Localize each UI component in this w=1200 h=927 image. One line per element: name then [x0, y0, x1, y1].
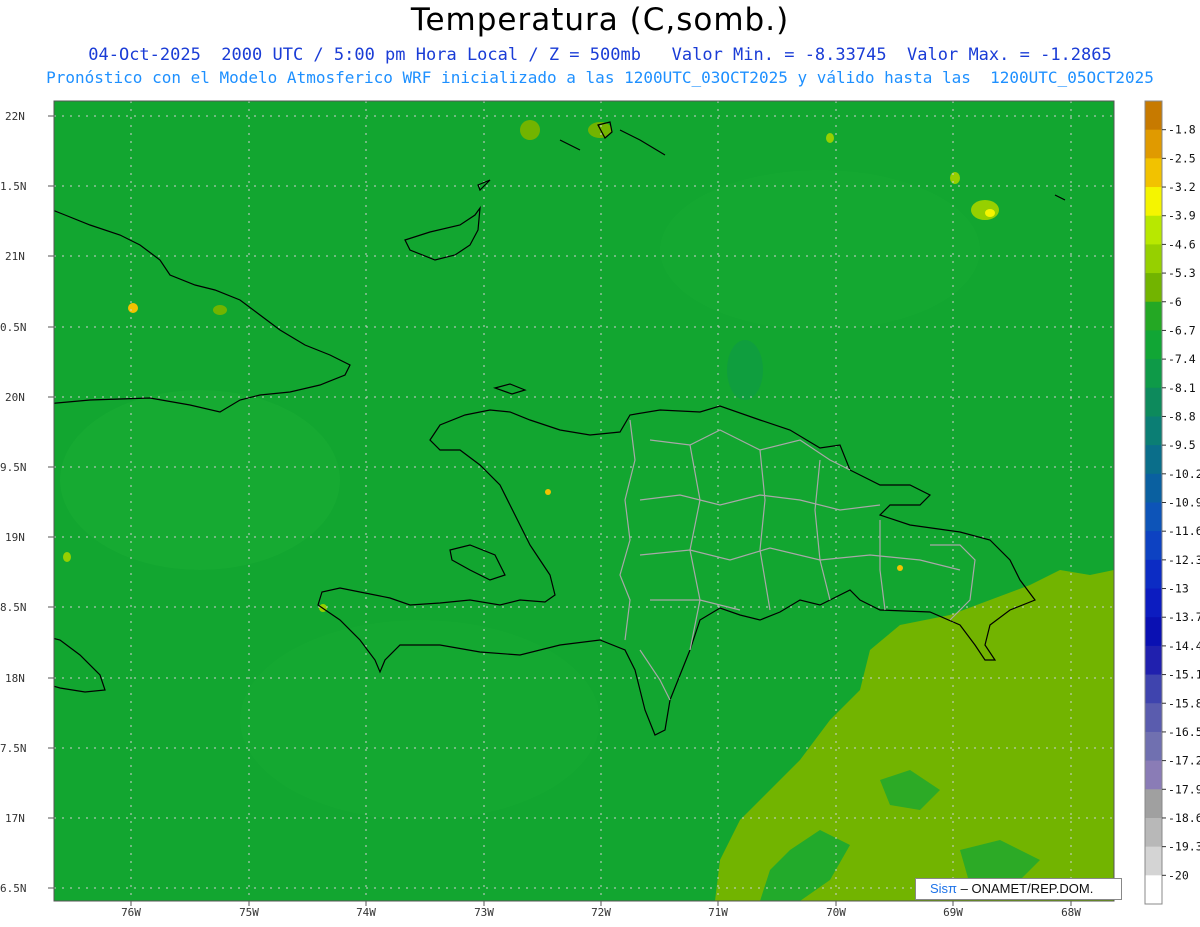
colorbar-swatch [1145, 760, 1162, 790]
colorbar-label: -1.8 [1168, 123, 1196, 137]
temperature-field [54, 101, 1114, 901]
colorbar-swatch [1145, 101, 1162, 131]
lon-label: 75W [239, 906, 259, 919]
colorbar-label: -4.6 [1168, 237, 1196, 251]
colorbar-swatch [1145, 387, 1162, 417]
colorbar-swatch [1145, 875, 1162, 905]
colorbar-label: -10.2 [1168, 467, 1200, 481]
colorbar-label: -11.6 [1168, 524, 1200, 538]
lon-label: 74W [356, 906, 376, 919]
colorbar-swatch [1145, 215, 1162, 245]
lon-label: 71W [708, 906, 728, 919]
credit-box: Sisπ – ONAMET/REP.DOM. [915, 878, 1122, 900]
colorbar: -1.8 -2.5 -3.2 -3.9 -4.6 -5.3 -6 -6.7 -7.4 -8.1 -8… [1144, 100, 1200, 905]
colorbar-label: -8.1 [1168, 381, 1196, 395]
colorbar-swatch [1145, 531, 1162, 561]
colorbar-swatch [1145, 617, 1162, 647]
longitude-labels: 76W 75W 74W 73W 72W 71W 70W 69W 68W [121, 906, 1081, 919]
colorbar-label: -17.2 [1168, 754, 1200, 768]
colorbar-swatch [1145, 817, 1162, 848]
lat-label: 1.5N [0, 180, 27, 193]
colorbar-swatch [1145, 301, 1162, 331]
colorbar-label: -15.8 [1168, 696, 1200, 710]
colorbar-swatch [1145, 502, 1162, 532]
colorbar-label: -15.1 [1168, 668, 1200, 682]
lat-label: 8.5N [0, 601, 27, 614]
colorbar-label: -14.4 [1168, 639, 1200, 653]
colorbar-label: -20 [1168, 868, 1189, 882]
colorbar-swatch [1145, 674, 1162, 704]
colorbar-label: -5.3 [1168, 266, 1196, 280]
longitude-ticks [130, 901, 1072, 906]
colorbar-label: -2.5 [1168, 151, 1196, 165]
lat-label: 17N [5, 812, 25, 825]
lat-label: 9.5N [0, 461, 27, 474]
colorbar-swatch [1145, 445, 1162, 475]
credit-text: – ONAMET/REP.DOM. [957, 881, 1094, 896]
lon-label: 72W [591, 906, 611, 919]
latitude-labels: 22N 1.5N 21N 0.5N 20N 9.5N 19N 8.5N 18N … [0, 110, 27, 895]
lat-label: 19N [5, 531, 25, 544]
colorbar-label: -9.5 [1168, 438, 1196, 452]
colorbar-swatch [1145, 273, 1162, 303]
colorbar-swatch [1145, 559, 1162, 590]
lat-label: 20N [5, 391, 25, 404]
colorbar-swatch [1145, 789, 1162, 819]
colorbar-swatch [1145, 645, 1162, 676]
colorbar-label: -7.4 [1168, 352, 1196, 366]
sispi-logo-text: Sisπ [930, 881, 958, 896]
colorbar-swatch [1145, 359, 1162, 389]
forecast-map: 22N 1.5N 21N 0.5N 20N 9.5N 19N 8.5N 18N … [0, 100, 1200, 919]
lat-label: 6.5N [0, 882, 27, 895]
colorbar-label: -16.5 [1168, 725, 1200, 739]
lat-label: 21N [5, 250, 25, 263]
colorbar-swatch [1145, 330, 1162, 360]
colorbar-swatch [1145, 129, 1162, 159]
lat-label: 22N [5, 110, 25, 123]
colorbar-label: -19.3 [1168, 840, 1200, 854]
colorbar-label: -10.9 [1168, 496, 1200, 510]
colorbar-label: -8.8 [1168, 409, 1196, 423]
colorbar-swatch [1145, 703, 1162, 733]
lon-label: 68W [1061, 906, 1081, 919]
colorbar-label: -13 [1168, 582, 1189, 596]
lon-label: 69W [943, 906, 963, 919]
lon-label: 73W [474, 906, 494, 919]
colorbar-label: -3.2 [1168, 180, 1196, 194]
lon-label: 76W [121, 906, 141, 919]
lon-label: 70W [826, 906, 846, 919]
colorbar-swatch [1145, 158, 1162, 188]
colorbar-swatch [1145, 473, 1162, 503]
colorbar-label: -6.7 [1168, 323, 1196, 337]
lat-label: 0.5N [0, 321, 27, 334]
colorbar-label: -12.3 [1168, 553, 1200, 567]
colorbar-label: -13.7 [1168, 610, 1200, 624]
colorbar-swatch [1145, 416, 1162, 446]
colorbar-swatch [1145, 731, 1162, 762]
colorbar-label: -17.9 [1168, 782, 1200, 796]
lat-label: 18N [5, 672, 25, 685]
colorbar-swatch [1145, 588, 1162, 618]
colorbar-label: -3.9 [1168, 209, 1196, 223]
latitude-ticks [48, 115, 54, 889]
colorbar-swatch [1145, 244, 1162, 274]
colorbar-label: -6 [1168, 295, 1182, 309]
colorbar-label: -18.6 [1168, 811, 1200, 825]
colorbar-swatch [1145, 846, 1162, 876]
lat-label: 7.5N [0, 742, 27, 755]
colorbar-swatch [1145, 187, 1162, 217]
